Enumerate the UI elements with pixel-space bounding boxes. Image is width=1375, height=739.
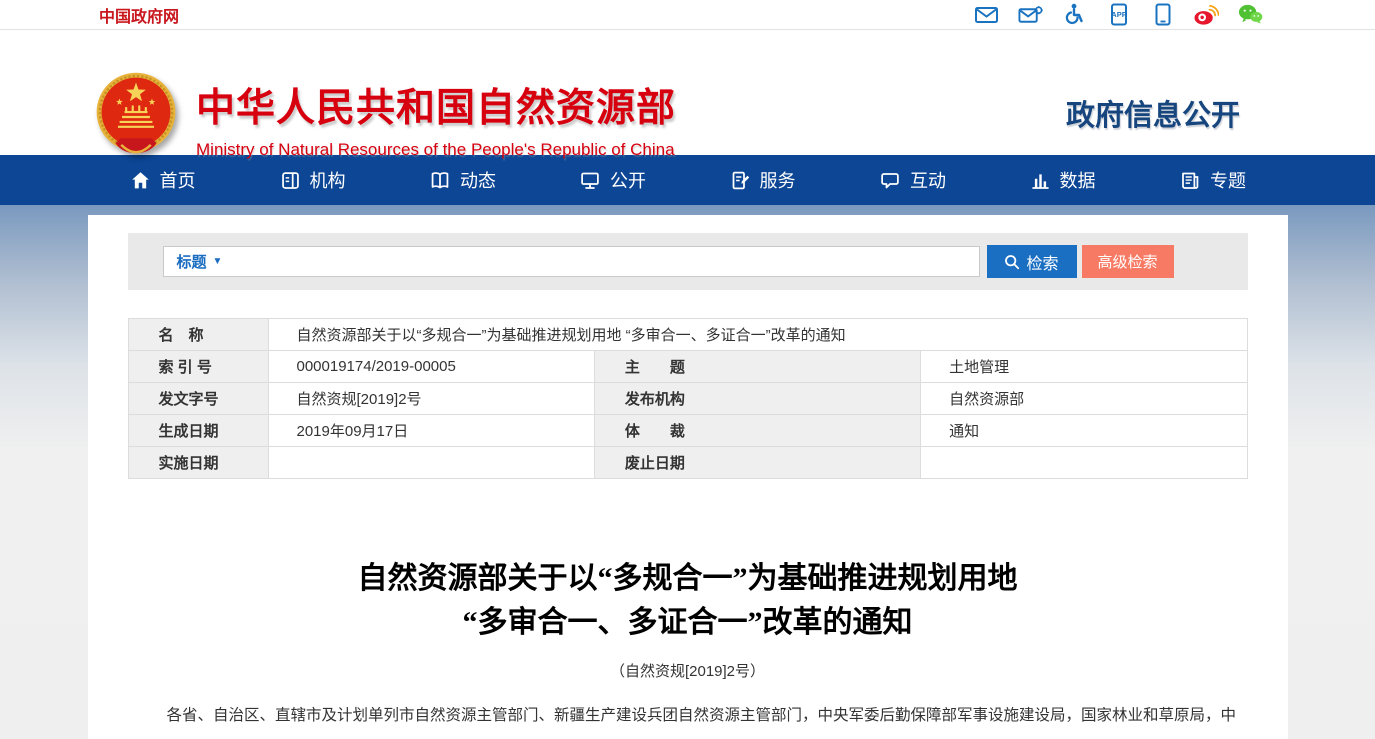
nav-label: 首页 [160,167,196,193]
search-input[interactable]: 标题 ▼ [163,246,980,277]
nav-label: 服务 [760,167,796,193]
document-title: 自然资源部关于以“多规合一”为基础推进规划用地 “多审合一、多证合一”改革的通知 [88,557,1288,645]
weibo-icon[interactable] [1194,3,1219,26]
meta-value-repeal-date [921,447,1247,479]
book-icon [429,170,451,191]
site-header: 中华人民共和国自然资源部 Ministry of Natural Resourc… [0,30,1375,155]
nav-label: 动态 [460,167,496,193]
advanced-search-button[interactable]: 高级检索 [1082,245,1174,278]
search-bar: 标题 ▼ 检索 高级检索 [128,233,1248,290]
content-card: 标题 ▼ 检索 高级检索 名 称 自然资源部关于以“多规合一”为基础推进规划用地… [88,215,1288,739]
national-emblem-logo[interactable] [95,70,177,164]
top-utility-bar: 中国政府网 APP [0,0,1375,30]
app-download-icon[interactable]: APP [1106,3,1131,26]
gov-portal-link[interactable]: 中国政府网 [99,3,179,27]
nav-label: 公开 [610,167,646,193]
nav-label: 互动 [910,167,946,193]
nav-item-data[interactable]: 数据 [988,155,1138,205]
site-title: 中华人民共和国自然资源部 [196,77,676,133]
nav-item-topics[interactable]: 专题 [1138,155,1288,205]
page-title: 政府信息公开 [1066,92,1240,134]
nav-item-org[interactable]: 机构 [238,155,388,205]
meta-label-issuer: 发布机构 [594,383,920,415]
mail-icon[interactable] [974,3,999,26]
document-title-line2: “多审合一、多证合一”改革的通知 [88,601,1288,645]
nav-label: 数据 [1060,167,1096,193]
meta-label-created-date: 生成日期 [128,415,268,447]
mobile-icon[interactable] [1150,3,1175,26]
meta-value-name: 自然资源部关于以“多规合一”为基础推进规划用地 “多审合一、多证合一”改革的通知 [268,319,1247,351]
table-row: 发文字号 自然资规[2019]2号 发布机构 自然资源部 [128,383,1247,415]
table-row: 生成日期 2019年09月17日 体 裁 通知 [128,415,1247,447]
app-icon-label: APP [1111,10,1126,19]
meta-value-genre: 通知 [921,415,1247,447]
meta-label-doc-number: 发文字号 [128,383,268,415]
search-icon [1004,254,1020,270]
meta-value-index: 000019174/2019-00005 [268,351,594,383]
table-row: 实施日期 废止日期 [128,447,1247,479]
nav-item-interaction[interactable]: 互动 [838,155,988,205]
table-row: 名 称 自然资源部关于以“多规合一”为基础推进规划用地 “多审合一、多证合一”改… [128,319,1247,351]
bar-chart-icon [1030,170,1051,191]
document-title-line1: 自然资源部关于以“多规合一”为基础推进规划用地 [88,557,1288,601]
chat-bubble-icon [879,170,901,191]
search-button[interactable]: 检索 [987,245,1077,278]
document-body: 各省、自治区、直辖市及计划单列市自然资源主管部门、新疆生产建设兵团自然资源主管部… [136,697,1240,739]
nav-item-news[interactable]: 动态 [388,155,538,205]
meta-label-genre: 体 裁 [594,415,920,447]
document-number: （自然资规[2019]2号） [88,660,1288,681]
meta-value-topic: 土地管理 [921,351,1247,383]
monitor-icon [579,170,601,191]
meta-value-issuer: 自然资源部 [921,383,1247,415]
document-meta-table: 名 称 自然资源部关于以“多规合一”为基础推进规划用地 “多审合一、多证合一”改… [128,318,1248,479]
site-subtitle-en: Ministry of Natural Resources of the Peo… [196,140,676,160]
wechat-icon[interactable] [1238,3,1263,26]
newspaper-icon [1179,170,1201,191]
nav-label: 机构 [310,167,346,193]
search-field-selector[interactable]: 标题 ▼ [177,251,223,272]
meta-label-topic: 主 题 [594,351,920,383]
search-field-label: 标题 [177,251,207,272]
chevron-down-icon: ▼ [213,256,223,267]
home-icon [130,170,151,191]
page-background: 标题 ▼ 检索 高级检索 名 称 自然资源部关于以“多规合一”为基础推进规划用地… [0,205,1375,739]
meta-value-created-date: 2019年09月17日 [268,415,594,447]
brand-block: 中华人民共和国自然资源部 Ministry of Natural Resourc… [196,77,676,160]
search-button-label: 检索 [1026,250,1058,274]
meta-label-effective-date: 实施日期 [128,447,268,479]
meta-label-name: 名 称 [128,319,268,351]
main-nav: 首页 机构 动态 公开 服务 互动 数据 专题 [0,155,1375,205]
nav-item-disclosure[interactable]: 公开 [538,155,688,205]
meta-value-doc-number: 自然资规[2019]2号 [268,383,594,415]
top-icon-group: APP [974,3,1263,26]
organization-icon [280,170,301,191]
mail-subscribe-icon[interactable] [1018,3,1043,26]
accessibility-icon[interactable] [1062,3,1087,26]
nav-label: 专题 [1210,167,1246,193]
meta-label-repeal-date: 废止日期 [594,447,920,479]
meta-label-index: 索 引 号 [128,351,268,383]
meta-value-effective-date [268,447,594,479]
nav-item-services[interactable]: 服务 [688,155,838,205]
table-row: 索 引 号 000019174/2019-00005 主 题 土地管理 [128,351,1247,383]
edit-document-icon [730,170,751,191]
